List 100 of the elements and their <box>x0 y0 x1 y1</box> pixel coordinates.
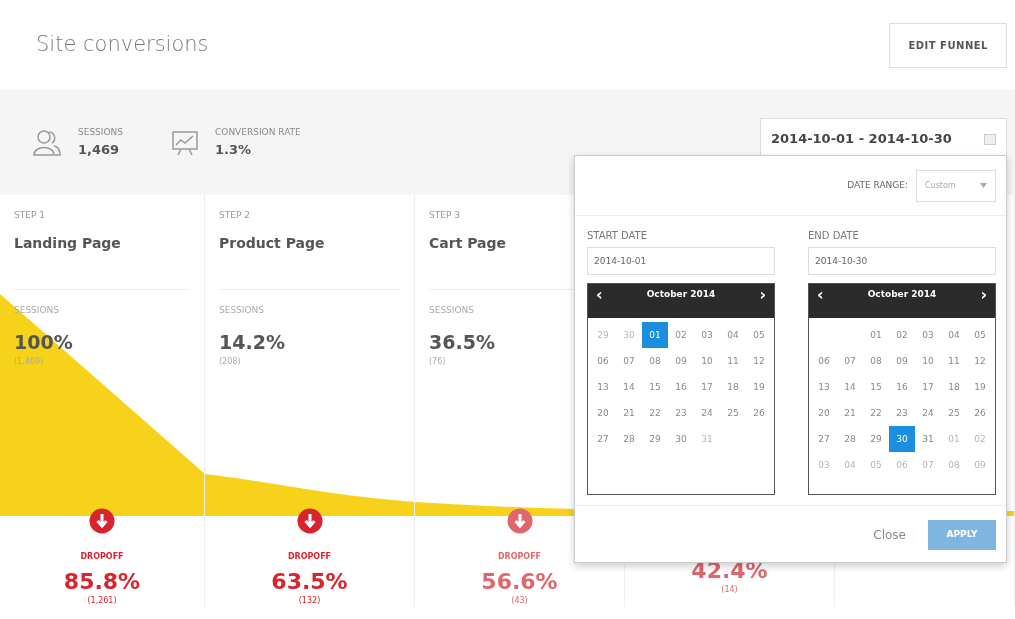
calendar-day[interactable]: 07 <box>616 347 642 374</box>
calendar-day[interactable]: 29 <box>590 321 616 348</box>
next-month-button[interactable]: › <box>972 286 995 303</box>
calendar-day[interactable]: 05 <box>967 321 993 348</box>
calendar-day[interactable]: 06 <box>811 347 837 374</box>
calendar-day[interactable]: 20 <box>811 399 837 426</box>
calendar-day[interactable]: 19 <box>746 373 772 400</box>
calendar-day[interactable]: 01 <box>863 321 889 348</box>
presentation-chart-icon <box>171 128 199 157</box>
session-percent: 14.2% <box>219 329 285 355</box>
calendar-day[interactable]: 13 <box>590 373 616 400</box>
session-percent: 36.5% <box>429 329 495 355</box>
calendar-day[interactable]: 21 <box>837 399 863 426</box>
calendar-day[interactable]: 02 <box>889 321 915 348</box>
calendar-day[interactable]: 30 <box>616 321 642 348</box>
session-count: (1,469) <box>14 356 44 368</box>
calendar-day[interactable]: 12 <box>746 347 772 374</box>
users-icon <box>32 128 62 157</box>
calendar-day[interactable]: 26 <box>967 399 993 426</box>
previous-month-button[interactable]: ‹ <box>809 286 832 303</box>
calendar-day[interactable]: 22 <box>863 399 889 426</box>
calendar-day[interactable]: 08 <box>863 347 889 374</box>
calendar-day[interactable]: 18 <box>720 373 746 400</box>
dropoff-percent: 85.8% <box>62 569 142 596</box>
calendar-day[interactable]: 31 <box>915 425 941 452</box>
calendar-day[interactable]: 27 <box>590 425 616 452</box>
calendar-day[interactable]: 13 <box>811 373 837 400</box>
calendar-day[interactable]: 05 <box>863 451 889 478</box>
calendar-day[interactable]: 15 <box>642 373 668 400</box>
calendar-day[interactable]: 03 <box>694 321 720 348</box>
calendar-day[interactable]: 03 <box>915 321 941 348</box>
previous-month-button[interactable]: ‹ <box>588 286 611 303</box>
calendar-day[interactable]: 09 <box>668 347 694 374</box>
calendar-day[interactable]: 17 <box>915 373 941 400</box>
calendar-day[interactable]: 27 <box>811 425 837 452</box>
dropoff-label: DROPOFF <box>79 551 125 563</box>
calendar-day[interactable]: 24 <box>915 399 941 426</box>
calendar-day[interactable]: 04 <box>837 451 863 478</box>
calendar-day[interactable]: 06 <box>889 451 915 478</box>
calendar-day[interactable]: 05 <box>746 321 772 348</box>
month-title: October 2014 <box>646 288 716 301</box>
calendar-day[interactable]: 09 <box>889 347 915 374</box>
calendar-day[interactable]: 16 <box>889 373 915 400</box>
calendar-day[interactable]: 04 <box>720 321 746 348</box>
calendar-day[interactable]: 04 <box>941 321 967 348</box>
dropoff-count: (132) <box>297 595 322 608</box>
next-month-button[interactable]: › <box>751 286 774 303</box>
calendar-day[interactable]: 10 <box>915 347 941 374</box>
calendar-day[interactable]: 20 <box>590 399 616 426</box>
calendar-day[interactable]: 09 <box>967 451 993 478</box>
calendar-day[interactable]: 14 <box>616 373 642 400</box>
caret-icon <box>980 182 987 188</box>
calendar-day[interactable]: 31 <box>694 425 720 452</box>
step-number: STEP 2 <box>219 209 250 222</box>
calendar-day[interactable]: 25 <box>720 399 746 426</box>
calendar-day[interactable]: 07 <box>837 347 863 374</box>
close-button[interactable]: Close <box>867 524 912 545</box>
selected-day[interactable]: 30 <box>889 425 915 452</box>
calendar-day[interactable]: 23 <box>668 399 694 426</box>
calendar-day[interactable]: 02 <box>967 425 993 452</box>
calendar-day[interactable]: 10 <box>694 347 720 374</box>
edit-funnel-button[interactable]: EDIT FUNNEL <box>889 22 1007 68</box>
date-range-label: DATE RANGE: <box>847 178 908 192</box>
calendar-day[interactable]: 26 <box>746 399 772 426</box>
calendar-day[interactable]: 08 <box>642 347 668 374</box>
calendar-day[interactable]: 23 <box>889 399 915 426</box>
calendar-day[interactable]: 03 <box>811 451 837 478</box>
calendar-day[interactable]: 17 <box>694 373 720 400</box>
calendar-day[interactable]: 21 <box>616 399 642 426</box>
calendar-day[interactable]: 25 <box>941 399 967 426</box>
calendar-day[interactable]: 28 <box>837 425 863 452</box>
calendar-day[interactable]: 24 <box>694 399 720 426</box>
calendar-day[interactable]: 18 <box>941 373 967 400</box>
calendar-day[interactable]: 16 <box>668 373 694 400</box>
calendar-icon <box>984 132 996 145</box>
date-range-select[interactable]: Custom <box>916 169 996 202</box>
calendar-day[interactable]: 15 <box>863 373 889 400</box>
calendar-day[interactable]: 01 <box>941 425 967 452</box>
calendar-day[interactable]: 19 <box>967 373 993 400</box>
calendar-day[interactable]: 08 <box>941 451 967 478</box>
date-label: END DATE <box>808 229 860 243</box>
calendar-day[interactable]: 11 <box>941 347 967 374</box>
calendar-day[interactable]: 02 <box>668 321 694 348</box>
calendar-day[interactable]: 14 <box>837 373 863 400</box>
calendar-day[interactable]: 29 <box>642 425 668 452</box>
session-count: (76) <box>429 356 446 368</box>
calendar-day[interactable]: 07 <box>915 451 941 478</box>
dropoff-count: (43) <box>510 595 529 608</box>
step-name: Product Page <box>219 233 325 253</box>
selected-day[interactable]: 01 <box>642 321 668 348</box>
calendar-day[interactable]: 12 <box>967 347 993 374</box>
date-input[interactable]: 2014-10-30 <box>808 247 996 275</box>
calendar-day[interactable]: 30 <box>668 425 694 452</box>
metric-label: SESSIONS <box>429 304 474 317</box>
calendar-day[interactable]: 11 <box>720 347 746 374</box>
calendar-day[interactable]: 22 <box>642 399 668 426</box>
date-input[interactable]: 2014-10-01 <box>587 247 775 275</box>
calendar-day[interactable]: 29 <box>863 425 889 452</box>
calendar-day[interactable]: 06 <box>590 347 616 374</box>
calendar-day[interactable]: 28 <box>616 425 642 452</box>
